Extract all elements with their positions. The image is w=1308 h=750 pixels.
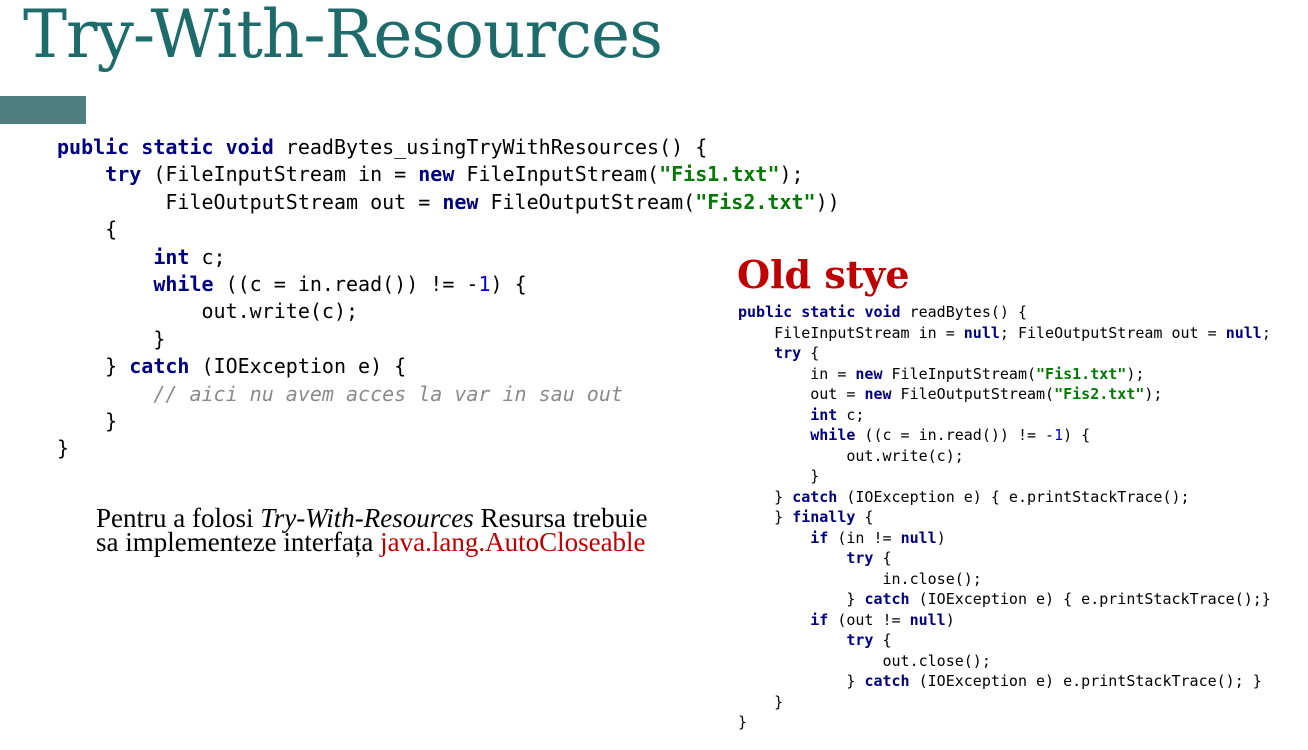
code-line: int c; [153, 244, 226, 269]
code-line: } catch (IOException e) { [57, 354, 407, 379]
code-line: } finally { [738, 508, 874, 526]
slide: Try-With-Resources public static void re… [0, 0, 1308, 750]
code-line: public static void readBytes() { [738, 303, 1027, 321]
note-interface-name: java.lang.AutoCloseable [380, 527, 646, 557]
code-block-try-with-resources: public static void readBytes_usingTryWit… [57, 134, 840, 463]
code-line: if (in != null) [810, 528, 946, 547]
code-line: out.write(c); [57, 299, 359, 324]
code-line: } [57, 436, 70, 461]
code-block-old-style: public static void readBytes() { FileInp… [738, 302, 1271, 733]
code-line: try { [774, 344, 820, 362]
title-accent-bar [0, 96, 86, 124]
code-line: out.close(); [738, 651, 991, 670]
code-line: } [738, 692, 784, 711]
code-line: in.close(); [738, 569, 982, 588]
code-line: } catch (IOException e) { e.printStackTr… [738, 487, 1190, 506]
code-line: out = new FileOutputStream("Fis2.txt"); [738, 385, 1163, 403]
old-style-heading: Old stye [737, 252, 910, 297]
code-line: int c; [810, 405, 865, 424]
code-line: if (out != null) [810, 610, 955, 629]
code-line: } [57, 326, 166, 351]
code-line: } [57, 409, 118, 434]
code-line: public static void readBytes_usingTryWit… [57, 135, 708, 159]
code-line: { [57, 217, 118, 242]
code-line: out.write(c); [738, 446, 964, 465]
code-line: FileInputStream in = null; FileOutputStr… [738, 323, 1271, 342]
code-line: } catch (IOException e) e.printStackTrac… [738, 672, 1262, 690]
code-line: in = new FileInputStream("Fis1.txt"); [738, 364, 1145, 383]
requirement-note: Pentru a folosi Try-With-Resources Resur… [96, 505, 676, 557]
code-line: try { [846, 549, 892, 567]
code-line: try (FileInputStream in = new FileInputS… [105, 162, 804, 187]
code-line: while ((c = in.read()) != -1) { [153, 272, 527, 297]
slide-title: Try-With-Resources [23, 0, 663, 73]
code-line: } catch (IOException e) { e.printStackTr… [738, 590, 1271, 608]
code-line: // aici nu avem acces la var in sau out [153, 381, 623, 406]
code-line: } [738, 713, 748, 731]
code-line: FileOutputStream out = new FileOutputStr… [57, 189, 840, 214]
code-line: } [738, 467, 820, 485]
code-line: try { [846, 631, 892, 649]
code-line: while ((c = in.read()) != -1) { [810, 426, 1091, 444]
